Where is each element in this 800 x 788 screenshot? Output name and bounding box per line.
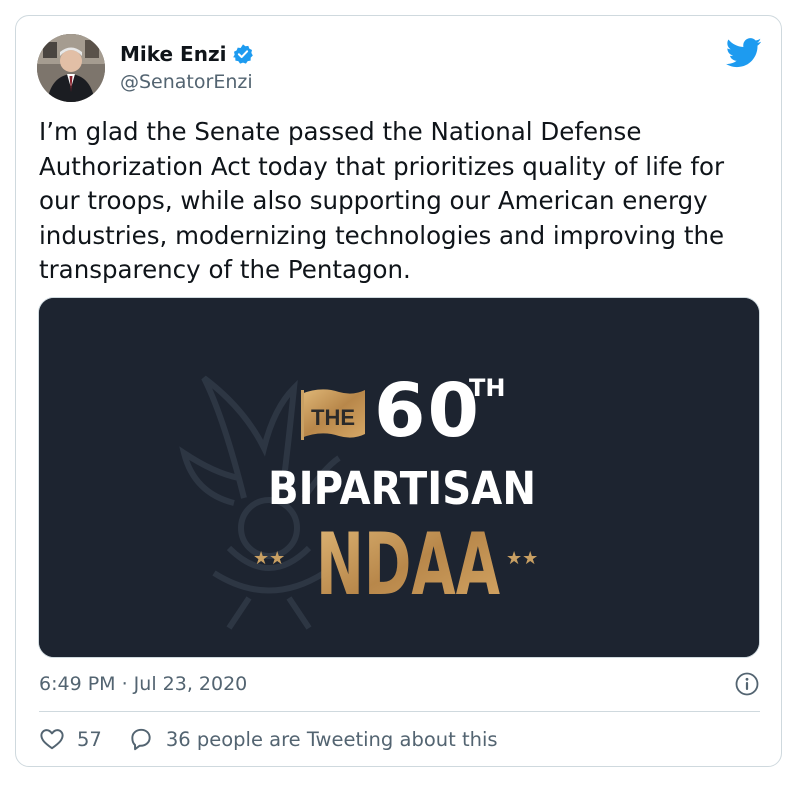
author-handle[interactable]: @SenatorEnzi	[120, 71, 253, 93]
ndaa-text: NDAA	[316, 515, 500, 615]
tweet-timestamp[interactable]: 6:49 PM · Jul 23, 2020	[39, 673, 247, 695]
tweet-actions: 57 36 people are Tweeting about this	[39, 726, 498, 752]
like-count: 57	[77, 727, 102, 751]
verified-badge-icon	[232, 43, 254, 65]
tweeting-about-link[interactable]: 36 people are Tweeting about this	[128, 726, 498, 752]
heart-icon	[40, 729, 64, 750]
sixtieth-number: 60	[374, 368, 481, 454]
bipartisan-text: BIPARTISAN	[268, 462, 536, 515]
speech-bubble-icon	[131, 728, 151, 751]
twitter-bird-icon[interactable]	[725, 38, 762, 68]
divider	[39, 711, 760, 712]
th-suffix: TH	[469, 374, 505, 402]
the-label: THE	[311, 405, 355, 430]
flag-banner: THE	[301, 389, 365, 440]
tweet-card: Mike Enzi @SenatorEnzi I’m glad the Sena…	[15, 15, 782, 767]
avatar[interactable]	[37, 34, 105, 102]
stars-right: ★★	[506, 548, 538, 569]
info-icon[interactable]	[735, 672, 759, 696]
tweet-text: I’m glad the Senate passed the National …	[39, 117, 725, 284]
like-button[interactable]: 57	[39, 726, 102, 752]
author-name[interactable]: Mike Enzi	[120, 42, 226, 66]
tweet-media-image[interactable]: THE 60 TH BIPARTISAN NDAA ★★ ★★	[38, 297, 760, 658]
tweeting-about-label: 36 people are Tweeting about this	[165, 727, 498, 751]
stars-left: ★★	[253, 548, 285, 569]
